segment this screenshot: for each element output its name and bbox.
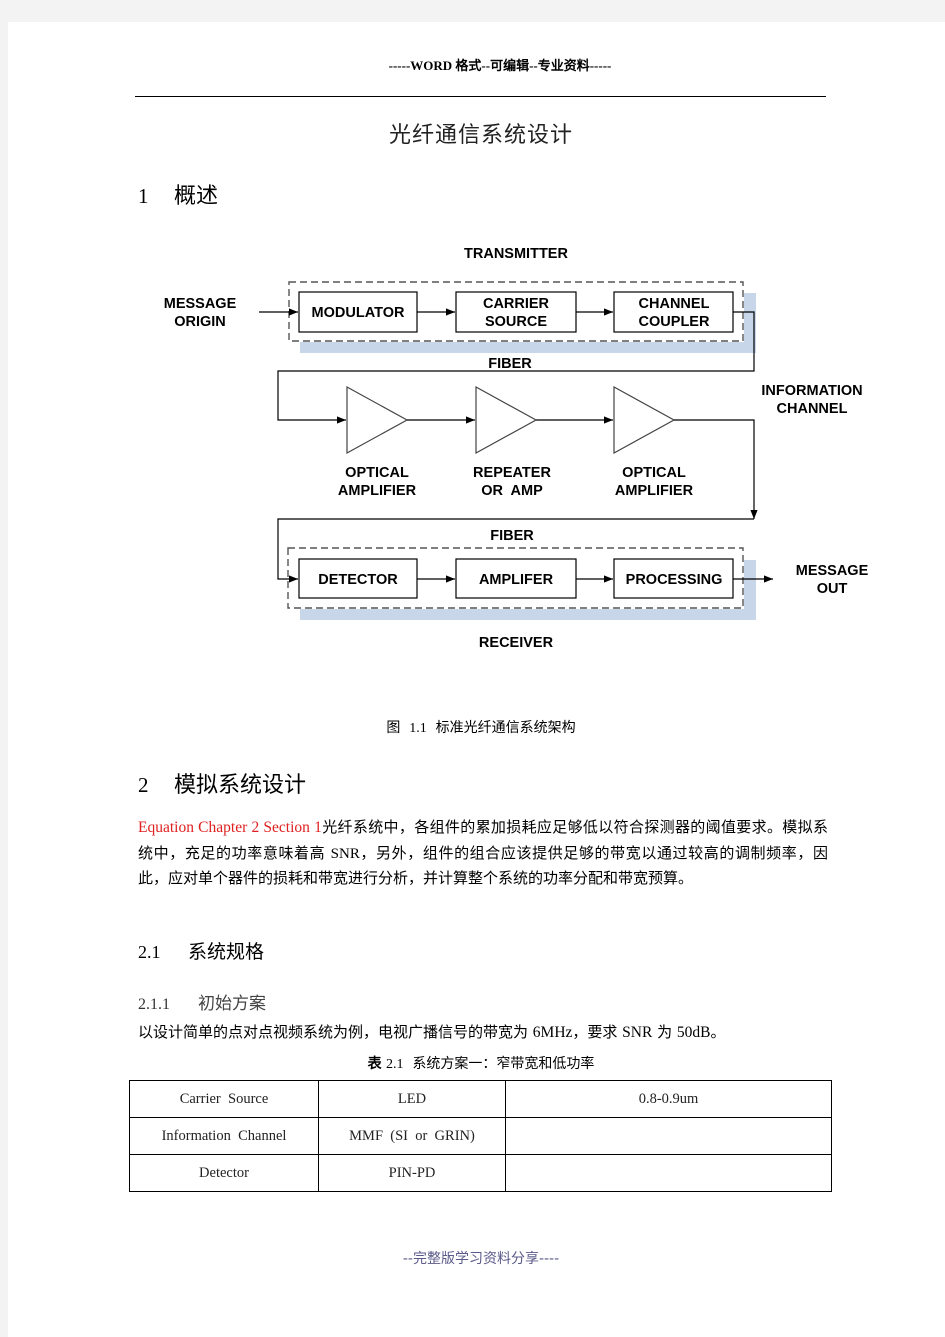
table-row: Carrier Source LED 0.8-0.9um (129, 1080, 832, 1118)
figure-caption: 图 1.1 标准光纤通信系统架构 (0, 717, 945, 737)
fiber-label-bottom: FIBER (490, 528, 534, 544)
channel-coupler-line2: COUPLER (639, 314, 710, 330)
transmitter-label: TRANSMITTER (464, 246, 568, 262)
amplifier-label: AMPLIFER (479, 572, 554, 588)
table-cell: Carrier Source (129, 1080, 319, 1118)
section-title: 系统规格 (188, 941, 265, 963)
equation-field-code: Equation Chapter 2 Section 1 (138, 819, 322, 836)
information-channel-line2: CHANNEL (777, 401, 848, 417)
fiber-line-right-down (674, 419, 758, 519)
repeater-label-line1: REPEATER (473, 465, 551, 481)
intro-text-3: 为 (652, 1023, 677, 1041)
table-cell: PIN-PD (318, 1154, 506, 1192)
message-origin-line1: MESSAGE (164, 296, 237, 312)
table-cell: 0.8-0.9um (505, 1080, 832, 1118)
figure-caption-text: 标准光纤通信系统架构 (435, 720, 576, 736)
bandwidth-value: 6MHz (532, 1024, 573, 1041)
channel-coupler-line1: CHANNEL (639, 296, 710, 312)
section-number: 2.1.1 (138, 996, 170, 1013)
figure-caption-number: 1.1 (409, 721, 427, 736)
snr-value: 50dB (676, 1024, 711, 1041)
intro-text-4: 。 (710, 1023, 726, 1041)
processing-block: PROCESSING (613, 558, 734, 599)
table-row: Information Channel MMF (SI or GRIN) (129, 1117, 832, 1155)
fiber-system-diagram: TRANSMITTER MESSAGE ORIGIN MODULATOR CAR… (164, 246, 869, 651)
body-paragraph: Equation Chapter 2 Section 1光纤系统中，各组件的累加… (138, 815, 828, 891)
message-out-line2: OUT (817, 581, 848, 597)
detector-label: DETECTOR (318, 572, 398, 588)
table-caption-prefix: 表 (367, 1056, 382, 1072)
amp2-label-line1: OPTICAL (622, 465, 686, 481)
intro-text-2: ，要求 (572, 1023, 623, 1041)
table-caption: 表 2.1 系统方案一：窄带宽和低功率 (0, 1053, 945, 1073)
table-cell: Information Channel (129, 1117, 319, 1155)
carrier-source-line2: SOURCE (485, 314, 547, 330)
amplifier-block: AMPLIFER (455, 558, 577, 599)
intro-text-1: 以设计简单的点对点视频系统为例，电视广播信号的带宽为 (138, 1023, 533, 1041)
message-origin-line2: ORIGIN (174, 314, 226, 330)
section-title: 初始方案 (198, 994, 266, 1014)
message-out-line1: MESSAGE (796, 563, 869, 579)
processing-label: PROCESSING (626, 572, 723, 588)
paragraph-snr: SNR (330, 845, 360, 862)
table-cell (505, 1117, 832, 1155)
section-2-heading: 2 模拟系统设计 (138, 767, 306, 799)
page-footer: --完整版学习资料分享---- (402, 1251, 560, 1267)
section-2-1-1-heading: 2.1.1 初始方案 (138, 989, 266, 1014)
table-cell (505, 1154, 832, 1192)
modulator-block: MODULATOR (298, 291, 418, 333)
table-cell: Detector (129, 1154, 319, 1192)
repeater-label-line2: OR AMP (481, 483, 543, 499)
modulator-label: MODULATOR (312, 305, 405, 321)
section-title: 模拟系统设计 (174, 773, 307, 798)
channel-coupler-block: CHANNEL COUPLER (613, 291, 734, 333)
carrier-source-line1: CARRIER (483, 296, 550, 312)
repeater-amp-icon (475, 385, 538, 455)
detector-block: DETECTOR (298, 558, 418, 599)
optical-amplifier-1-icon (346, 385, 409, 455)
system-spec-table: Carrier Source LED 0.8-0.9um Information… (129, 1080, 832, 1192)
information-channel-line1: INFORMATION (761, 383, 862, 399)
receiver-label: RECEIVER (479, 635, 554, 651)
table-caption-number: 2.1 (386, 1057, 404, 1072)
intro-line: 以设计简单的点对点视频系统为例，电视广播信号的带宽为 6MHz，要求 SNR 为… (138, 1021, 725, 1042)
amp2-label-line2: AMPLIFIER (615, 483, 694, 499)
intro-snr: SNR (622, 1024, 653, 1041)
fiber-label-top: FIBER (488, 356, 532, 372)
figure-caption-prefix: 图 (386, 720, 401, 736)
table-cell: MMF (SI or GRIN) (318, 1117, 506, 1155)
carrier-source-block: CARRIER SOURCE (455, 291, 577, 333)
table-row: Detector PIN-PD (129, 1154, 832, 1192)
table-cell: LED (318, 1080, 506, 1118)
table-caption-text: 系统方案一：窄带宽和低功率 (412, 1056, 595, 1072)
amp1-label-line2: AMPLIFIER (338, 483, 417, 499)
section-2-1-heading: 2.1 系统规格 (138, 937, 264, 964)
optical-amplifier-2-icon (613, 385, 676, 455)
section-number: 2 (138, 773, 149, 797)
amp1-label-line1: OPTICAL (345, 465, 409, 481)
section-number: 2.1 (138, 942, 161, 962)
